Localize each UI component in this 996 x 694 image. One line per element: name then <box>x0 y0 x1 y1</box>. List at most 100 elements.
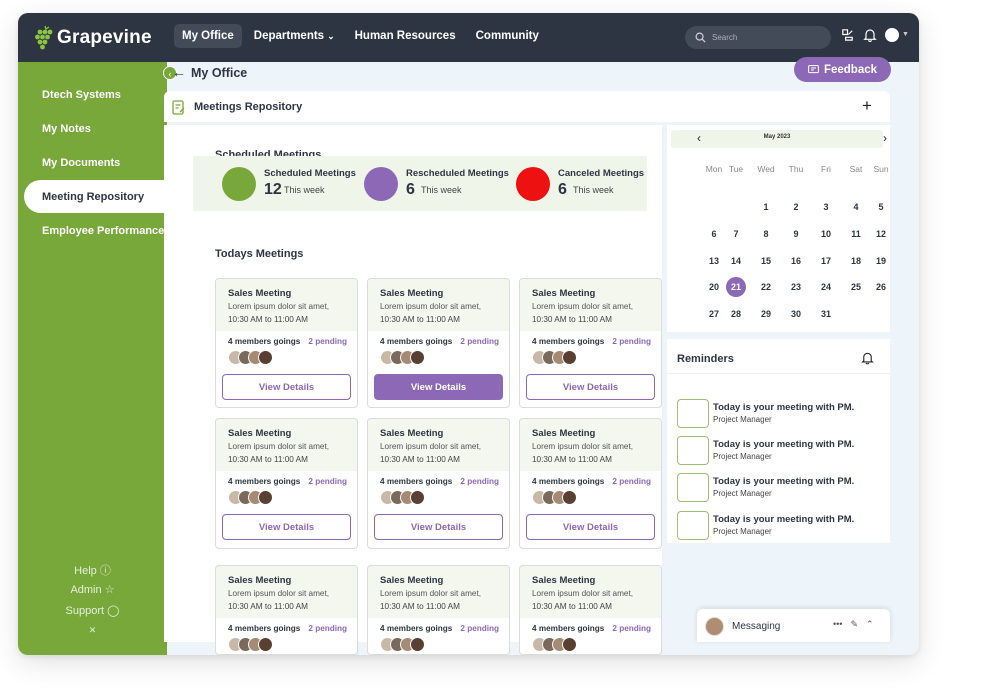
meeting-card: Sales Meeting Lorem ipsum dolor sit amet,… <box>519 565 662 655</box>
members-going: 4 members goings <box>380 337 453 346</box>
view-details-button[interactable]: View Details <box>222 514 351 540</box>
nav-label: Departments <box>253 30 325 42</box>
calendar-day[interactable]: 29 <box>756 304 776 324</box>
calendar-day[interactable]: 20 <box>704 277 724 297</box>
bell-icon[interactable] <box>863 27 877 42</box>
stat-period: This week <box>284 185 325 195</box>
calendar-day[interactable]: 25 <box>846 277 866 297</box>
sidebar-item-dtech-systems[interactable]: Dtech Systems <box>24 78 167 111</box>
sidebar-item-my-notes[interactable]: My Notes <box>24 112 167 145</box>
calendar-day[interactable]: 22 <box>756 277 776 297</box>
pending-count[interactable]: 2 pending <box>612 477 651 486</box>
view-details-button[interactable]: View Details <box>526 514 655 540</box>
meeting-desc: Lorem ipsum dolor sit amet, <box>228 442 330 451</box>
search-box[interactable] <box>685 26 831 49</box>
calendar-day[interactable]: 16 <box>786 251 806 271</box>
reminder-checkbox[interactable] <box>677 473 709 502</box>
bell-icon[interactable] <box>861 350 874 365</box>
reminder-item[interactable]: Today is your meeting with PM. Project Ma… <box>677 436 882 469</box>
pending-count[interactable]: 2 pending <box>460 477 499 486</box>
avatar <box>705 617 724 636</box>
compose-icon[interactable]: ✎ <box>850 619 858 630</box>
card-info: Sales Meeting Lorem ipsum dolor sit amet,… <box>520 566 661 618</box>
apps-icon[interactable] <box>840 27 855 42</box>
meeting-time: 10:30 AM to 11:00 AM <box>532 602 612 611</box>
view-details-button[interactable]: View Details <box>222 374 351 400</box>
calendar-day[interactable]: 18 <box>846 251 866 271</box>
view-details-button[interactable]: View Details <box>374 374 503 400</box>
view-details-button[interactable]: View Details <box>526 374 655 400</box>
calendar-day[interactable]: 4 <box>846 197 866 217</box>
add-icon[interactable]: + <box>862 96 872 116</box>
back-arrow-icon[interactable]: ← <box>172 64 186 80</box>
feedback-button[interactable]: Feedback <box>794 57 891 82</box>
chevron-right-icon[interactable]: › <box>883 131 887 145</box>
user-avatar[interactable] <box>885 27 899 42</box>
calendar-day[interactable]: 27 <box>704 304 724 324</box>
sidebar-item-meeting-repository[interactable]: Meeting Repository <box>24 180 167 213</box>
reminder-checkbox[interactable] <box>677 436 709 465</box>
pending-count[interactable]: 2 pending <box>612 624 651 633</box>
pending-count[interactable]: 2 pending <box>308 477 347 486</box>
calendar-day[interactable]: 8 <box>756 224 776 244</box>
sidebar-item-my-documents[interactable]: My Documents <box>24 146 167 179</box>
meeting-time: 10:30 AM to 11:00 AM <box>380 315 460 324</box>
sidebar-item-label: Dtech Systems <box>42 88 121 101</box>
reminder-checkbox[interactable] <box>677 511 709 540</box>
pending-count[interactable]: 2 pending <box>612 337 651 346</box>
calendar-day[interactable]: 30 <box>786 304 806 324</box>
calendar-day[interactable]: 6 <box>704 224 724 244</box>
nav-my-office[interactable]: My Office <box>174 24 242 48</box>
calendar-day[interactable]: 7 <box>726 224 746 244</box>
calendar-day[interactable]: 2 <box>786 197 806 217</box>
calendar-day[interactable]: 19 <box>871 251 891 271</box>
calendar-day[interactable]: 12 <box>871 224 891 244</box>
calendar-day[interactable]: 13 <box>704 251 724 271</box>
attendance: 4 members goings 2 pending <box>216 618 357 633</box>
search-input[interactable] <box>712 33 812 42</box>
logo[interactable]: Grapevine <box>34 23 152 53</box>
calendar-day[interactable]: 3 <box>816 197 836 217</box>
calendar-day[interactable]: 21 <box>726 277 746 297</box>
nav-departments[interactable]: Departments ⌄ <box>246 24 343 48</box>
sidebar-item-employee-performance[interactable]: Employee Performance <box>24 214 167 247</box>
reminder-item[interactable]: Today is your meeting with PM. Project Ma… <box>677 511 882 544</box>
attendee-avatars <box>380 350 509 366</box>
reminder-item[interactable]: Today is your meeting with PM. Project Ma… <box>677 473 882 506</box>
todays-meetings-title: Todays Meetings <box>215 248 304 260</box>
nav-community[interactable]: Community <box>468 24 547 48</box>
calendar-day[interactable]: 17 <box>816 251 836 271</box>
reminder-item[interactable]: Today is your meeting with PM. Project Ma… <box>677 399 882 432</box>
reminder-checkbox[interactable] <box>677 399 709 428</box>
calendar-day[interactable]: 9 <box>786 224 806 244</box>
calendar-day[interactable]: 10 <box>816 224 836 244</box>
calendar-day[interactable]: 1 <box>756 197 776 217</box>
help-link[interactable]: Help ⓘ <box>18 562 167 578</box>
pending-count[interactable]: 2 pending <box>460 337 499 346</box>
nav-human-resources[interactable]: Human Resources <box>347 24 464 48</box>
calendar-day[interactable]: 23 <box>786 277 806 297</box>
admin-link[interactable]: Admin ☆ <box>18 583 167 596</box>
collapse-icon[interactable]: ✕ <box>18 625 167 636</box>
chevron-down-icon[interactable]: ▼ <box>902 31 909 38</box>
view-details-button[interactable]: View Details <box>374 514 503 540</box>
pending-count[interactable]: 2 pending <box>460 624 499 633</box>
calendar-day[interactable]: 24 <box>816 277 836 297</box>
messaging-bar[interactable]: Messaging ••• ✎ ⌃ <box>697 609 890 642</box>
calendar-day[interactable]: 5 <box>871 197 891 217</box>
calendar-day[interactable]: 14 <box>726 251 746 271</box>
support-link[interactable]: Support ◯ <box>18 604 167 617</box>
calendar-day[interactable]: 28 <box>726 304 746 324</box>
calendar-day[interactable]: 31 <box>816 304 836 324</box>
meeting-title: Sales Meeting <box>532 288 596 299</box>
calendar-day[interactable]: 15 <box>756 251 776 271</box>
help-label: Help <box>74 565 97 577</box>
chevron-up-icon[interactable]: ⌃ <box>866 619 874 630</box>
pending-count[interactable]: 2 pending <box>308 337 347 346</box>
more-icon[interactable]: ••• <box>833 619 842 630</box>
calendar-day[interactable]: 26 <box>871 277 891 297</box>
calendar-day[interactable]: 11 <box>846 224 866 244</box>
pending-count[interactable]: 2 pending <box>308 624 347 633</box>
card-info: Sales Meeting Lorem ipsum dolor sit amet,… <box>216 566 357 618</box>
card-info: Sales Meeting Lorem ipsum dolor sit amet,… <box>368 419 509 471</box>
